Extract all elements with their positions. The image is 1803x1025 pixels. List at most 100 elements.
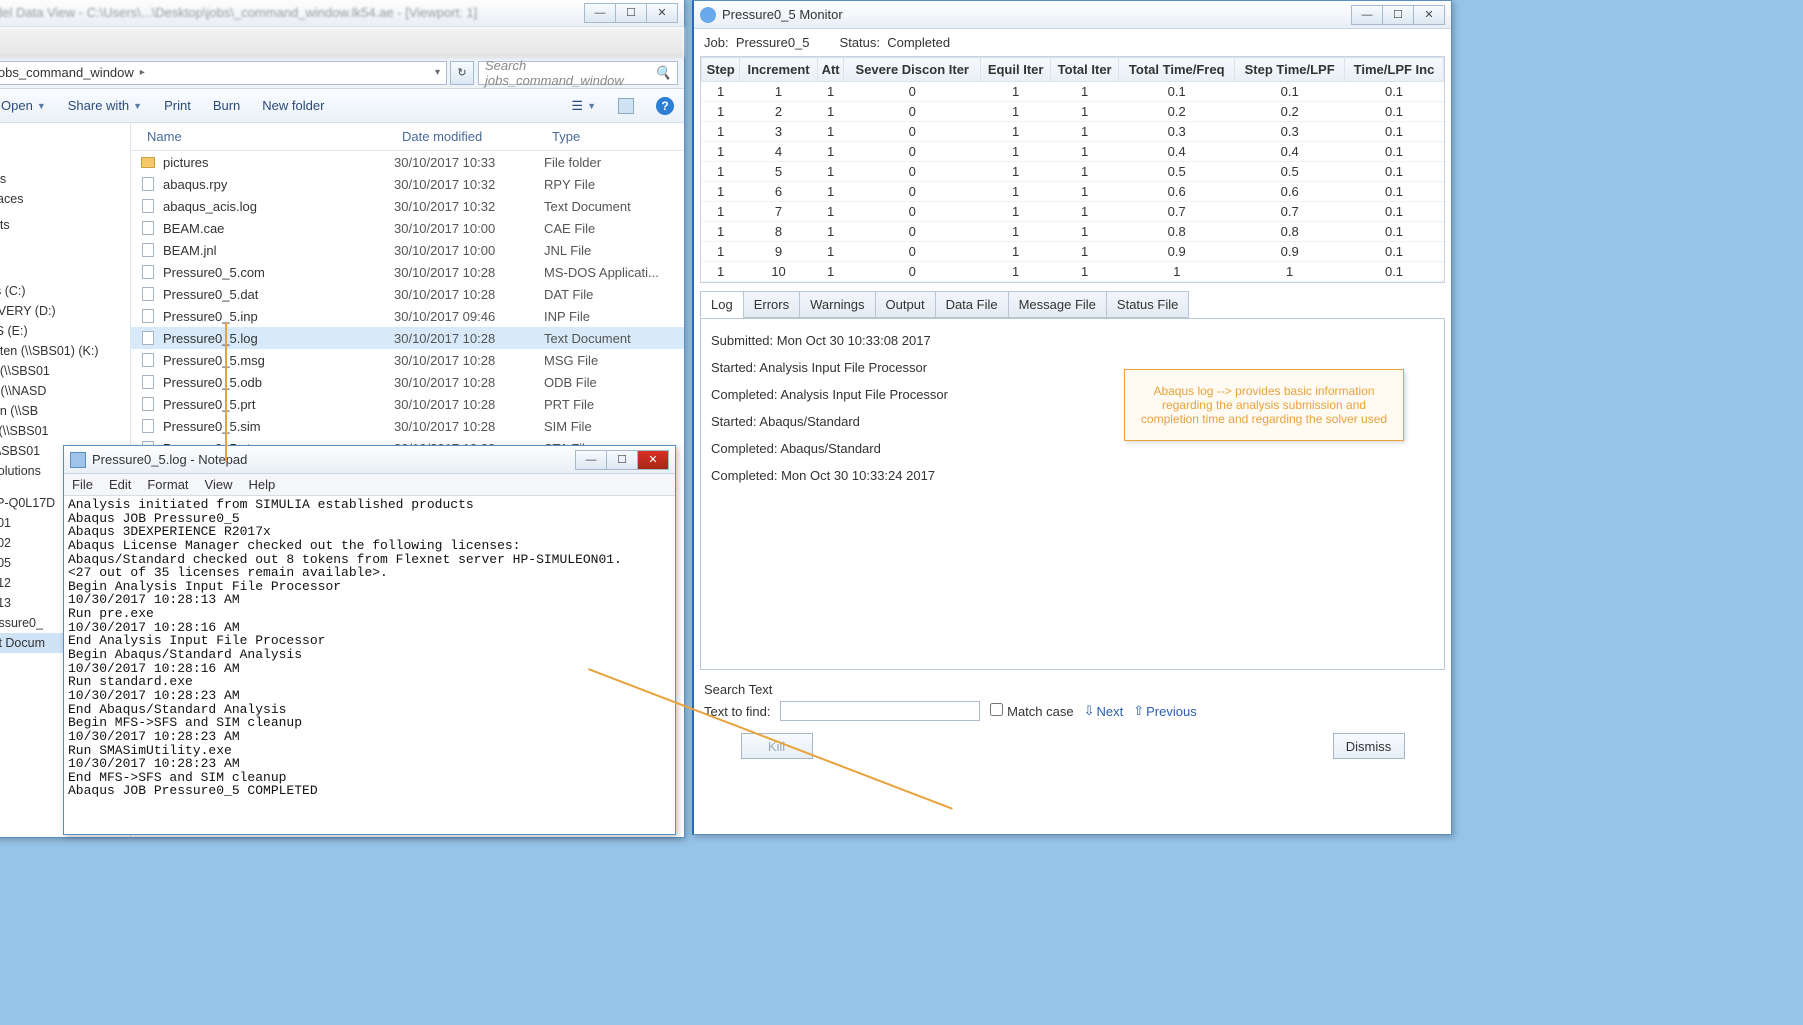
menu-item-format[interactable]: Format: [147, 477, 188, 492]
table-row[interactable]: 1101011110.1: [702, 262, 1444, 282]
maximize-button[interactable]: ☐: [1382, 5, 1414, 25]
tab-output[interactable]: Output: [875, 291, 936, 318]
col-header[interactable]: Step Time/LPF: [1235, 58, 1345, 82]
table-row[interactable]: 1510110.50.50.1: [702, 162, 1444, 182]
notepad-editor[interactable]: Analysis initiated from SIMULIA establis…: [64, 496, 675, 834]
minimize-button[interactable]: —: [584, 3, 616, 23]
tab-data-file[interactable]: Data File: [935, 291, 1009, 318]
table-row[interactable]: 1610110.60.60.1: [702, 182, 1444, 202]
table-row[interactable]: 1310110.30.30.1: [702, 122, 1444, 142]
col-header[interactable]: Total Iter: [1051, 58, 1119, 82]
col-header[interactable]: Total Time/Freq: [1119, 58, 1235, 82]
sidebar-item[interactable]: nenten (\\SBS01) (K:): [0, 341, 126, 361]
tab-errors[interactable]: Errors: [743, 291, 800, 318]
col-name[interactable]: Name: [131, 129, 386, 144]
table-row[interactable]: 1910110.90.90.1: [702, 242, 1444, 262]
col-date[interactable]: Date modified: [386, 129, 536, 144]
menu-item-view[interactable]: View: [205, 477, 233, 492]
sidebar-item[interactable]: OLS (E:): [0, 321, 126, 341]
file-row[interactable]: BEAM.cae30/10/2017 10:00CAE File: [131, 217, 684, 239]
menu-item-edit[interactable]: Edit: [109, 477, 131, 492]
breadcrumb-box[interactable]: ▸ jobs_command_window ▸ ▾: [0, 61, 447, 85]
job-label: Job:: [704, 35, 729, 50]
file-row[interactable]: pictures30/10/2017 10:33File folder: [131, 151, 684, 173]
share-with-button[interactable]: Share with▼: [68, 98, 142, 113]
breadcrumb[interactable]: jobs_command_window: [0, 65, 134, 80]
new-folder-button[interactable]: New folder: [262, 98, 324, 113]
tab-message-file[interactable]: Message File: [1008, 291, 1107, 318]
sidebar-item[interactable]: ngen (\\SB: [0, 401, 126, 421]
file-row[interactable]: Pressure0_5.sim30/10/2017 10:28SIM File: [131, 415, 684, 437]
minimize-button[interactable]: —: [1351, 5, 1383, 25]
tab-log[interactable]: Log: [700, 291, 744, 318]
menu-item-help[interactable]: Help: [248, 477, 275, 492]
file-row[interactable]: Pressure0_5.msg30/10/2017 10:28MSG File: [131, 349, 684, 371]
col-header[interactable]: Equil Iter: [981, 58, 1051, 82]
table-row[interactable]: 1410110.40.40.1: [702, 142, 1444, 162]
sidebar-item[interactable]: are (\\NASD: [0, 381, 126, 401]
sidebar-item[interactable]: sel (\\SBS01: [0, 421, 126, 441]
col-header[interactable]: Step: [702, 58, 740, 82]
sidebar-item[interactable]: er: [0, 261, 126, 281]
file-row[interactable]: Pressure0_5.prt30/10/2017 10:28PRT File: [131, 393, 684, 415]
file-row[interactable]: Pressure0_5.log30/10/2017 10:28Text Docu…: [131, 327, 684, 349]
table-row[interactable]: 1210110.20.20.1: [702, 102, 1444, 122]
table-row[interactable]: 1110110.10.10.1: [702, 82, 1444, 102]
sidebar-item[interactable]: ten (\\SBS01: [0, 361, 126, 381]
sidebar-item[interactable]: nents: [0, 215, 126, 235]
table-row[interactable]: 1810110.80.80.1: [702, 222, 1444, 242]
file-row[interactable]: abaqus.rpy30/10/2017 10:32RPY File: [131, 173, 684, 195]
sidebar-item[interactable]: s: [0, 129, 126, 149]
view-mode-button[interactable]: ☰▼: [571, 98, 596, 114]
dismiss-button[interactable]: Dismiss: [1333, 733, 1405, 759]
previous-button[interactable]: ⇧Previous: [1133, 703, 1196, 719]
monitor-titlebar[interactable]: Pressure0_5 Monitor — ☐ ✕: [694, 1, 1451, 29]
maximize-button[interactable]: ☐: [606, 450, 638, 470]
file-date: 30/10/2017 10:28: [394, 397, 544, 412]
minimize-button[interactable]: —: [575, 450, 607, 470]
close-button[interactable]: ✕: [637, 450, 669, 470]
file-row[interactable]: Pressure0_5.inp30/10/2017 09:46INP File: [131, 305, 684, 327]
column-headers[interactable]: Name Date modified Type: [131, 123, 684, 151]
chevron-down-icon[interactable]: ▾: [435, 67, 440, 78]
preview-pane-button[interactable]: [618, 98, 634, 114]
sidebar-item[interactable]: ows (C:): [0, 281, 126, 301]
table-row[interactable]: 1710110.70.70.1: [702, 202, 1444, 222]
kill-button[interactable]: Kill: [741, 733, 813, 759]
close-button[interactable]: ✕: [646, 3, 678, 23]
file-row[interactable]: Pressure0_5.odb30/10/2017 10:28ODB File: [131, 371, 684, 393]
col-header[interactable]: Severe Discon Iter: [844, 58, 981, 82]
sidebar-item[interactable]: s: [0, 241, 126, 261]
match-case-checkbox[interactable]: Match case: [990, 703, 1073, 719]
file-row[interactable]: Pressure0_5.com30/10/2017 10:28MS-DOS Ap…: [131, 261, 684, 283]
notepad-titlebar[interactable]: Pressure0_5.log - Notepad — ☐ ✕: [64, 446, 675, 474]
file-row[interactable]: Pressure0_5.dat30/10/2017 10:28DAT File: [131, 283, 684, 305]
sidebar-item[interactable]: pp: [0, 149, 126, 169]
sidebar-item[interactable]: t Places: [0, 189, 126, 209]
text-to-find-input[interactable]: [780, 701, 980, 721]
search-input[interactable]: Search jobs_command_window 🔍: [478, 61, 678, 85]
sidebar-item[interactable]: COVERY (D:): [0, 301, 126, 321]
col-header[interactable]: Increment: [740, 58, 818, 82]
close-button[interactable]: ✕: [1413, 5, 1445, 25]
tab-status-file[interactable]: Status File: [1106, 291, 1189, 318]
file-type: MSG File: [544, 353, 684, 368]
file-type: MS-DOS Applicati...: [544, 265, 684, 280]
file-row[interactable]: abaqus_acis.log30/10/2017 10:32Text Docu…: [131, 195, 684, 217]
open-button[interactable]: Open▼: [0, 98, 46, 114]
col-header[interactable]: Time/LPF Inc: [1345, 58, 1444, 82]
burn-button[interactable]: Burn: [213, 98, 240, 113]
sidebar-item[interactable]: oads: [0, 169, 126, 189]
col-type[interactable]: Type: [536, 129, 676, 144]
file-row[interactable]: BEAM.jnl30/10/2017 10:00JNL File: [131, 239, 684, 261]
col-header[interactable]: Att: [817, 58, 844, 82]
print-button[interactable]: Print: [164, 98, 191, 113]
step-table-container[interactable]: StepIncrementAttSevere Discon IterEquil …: [700, 56, 1445, 283]
menu-item-file[interactable]: File: [72, 477, 93, 492]
maximize-button[interactable]: ☐: [615, 3, 647, 23]
tab-warnings[interactable]: Warnings: [799, 291, 875, 318]
explorer-titlebar[interactable]: Model Data View - C:\Users\...\Desktop\j…: [0, 0, 684, 27]
help-button[interactable]: ?: [656, 97, 674, 115]
refresh-button[interactable]: ↻: [450, 61, 474, 85]
next-button[interactable]: ⇩Next: [1084, 703, 1124, 719]
